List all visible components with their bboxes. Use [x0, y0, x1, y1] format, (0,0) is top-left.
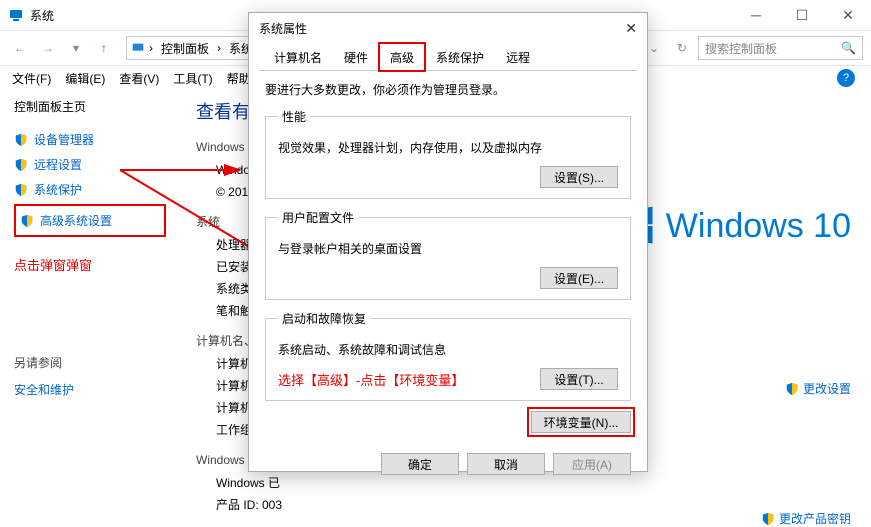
sidebar-item-label: 高级系统设置	[40, 212, 112, 229]
tab-protection[interactable]: 系统保护	[425, 43, 495, 71]
dialog-footer: 确定 取消 应用(A)	[249, 443, 647, 485]
minimize-button[interactable]: ─	[733, 0, 779, 30]
breadcrumb-sep: ›	[145, 41, 157, 55]
help-icon[interactable]: ?	[837, 69, 855, 87]
menu-tools[interactable]: 工具(T)	[167, 68, 218, 89]
tab-hardware[interactable]: 硬件	[333, 43, 379, 71]
sidebar-highlight: 高级系统设置	[14, 204, 166, 237]
tab-advanced[interactable]: 高级	[379, 43, 425, 71]
recent-dropdown[interactable]: ▾	[64, 36, 88, 60]
menu-edit[interactable]: 编辑(E)	[59, 68, 111, 89]
window-controls: ─ ☐ ✕	[733, 0, 871, 30]
shield-icon	[14, 183, 28, 197]
environment-variables-button[interactable]: 环境变量(N)...	[531, 411, 631, 433]
forward-button[interactable]: →	[36, 36, 60, 60]
menu-file[interactable]: 文件(F)	[6, 68, 57, 89]
refresh-button[interactable]: ↻	[670, 36, 694, 60]
dialog-titlebar: 系统属性 ✕	[249, 13, 647, 43]
startup-legend: 启动和故障恢复	[278, 310, 370, 327]
seealso-title: 另请参阅	[14, 354, 166, 371]
breadcrumb-item[interactable]: 控制面板	[157, 40, 213, 57]
tab-remote[interactable]: 远程	[495, 43, 541, 71]
startup-desc: 系统启动、系统故障和调试信息	[278, 341, 618, 358]
dialog-close-button[interactable]: ✕	[625, 20, 637, 37]
sidebar: 控制面板主页 设备管理器 远程设置 系统保护 高级系统设置 点击弹窗弹窗 另请参…	[0, 90, 180, 500]
windows10-logo: Windows 10	[614, 205, 851, 247]
shield-icon	[20, 214, 34, 228]
change-key-link[interactable]: 更改产品密钥	[761, 510, 851, 527]
annotation-note: 点击弹窗弹窗	[14, 255, 166, 274]
up-button[interactable]: ↑	[92, 36, 116, 60]
shield-icon	[14, 158, 28, 172]
act-row: 产品 ID: 003	[216, 494, 855, 516]
search-input[interactable]: 搜索控制面板 🔍	[698, 36, 863, 60]
back-button[interactable]: ←	[8, 36, 32, 60]
windows10-text: Windows 10	[666, 207, 851, 246]
control-panel-icon	[131, 41, 145, 55]
sidebar-home[interactable]: 控制面板主页	[14, 98, 166, 115]
user-profile-desc: 与登录帐户相关的桌面设置	[278, 240, 618, 257]
dialog-title: 系统属性	[259, 20, 307, 37]
sidebar-item-advanced[interactable]: 高级系统设置	[20, 208, 160, 233]
performance-legend: 性能	[278, 108, 310, 125]
admin-note: 要进行大多数更改，你必须作为管理员登录。	[265, 81, 631, 98]
performance-settings-button[interactable]: 设置(S)...	[540, 166, 618, 188]
startup-group: 启动和故障恢复 系统启动、系统故障和调试信息 选择【高级】-点击【环境变量】 设…	[265, 310, 631, 401]
window-title: 系统	[30, 7, 54, 24]
shield-icon	[785, 382, 799, 396]
tab-computer-name[interactable]: 计算机名	[263, 43, 333, 71]
sidebar-seealso-link[interactable]: 安全和维护	[14, 377, 166, 402]
sidebar-item-protection[interactable]: 系统保护	[14, 177, 166, 202]
user-profile-settings-button[interactable]: 设置(E)...	[540, 267, 618, 289]
cancel-button[interactable]: 取消	[467, 453, 545, 475]
apply-button[interactable]: 应用(A)	[553, 453, 631, 475]
shield-icon	[761, 512, 775, 526]
system-icon	[8, 7, 24, 23]
system-properties-dialog: 系统属性 ✕ 计算机名 硬件 高级 系统保护 远程 要进行大多数更改，你必须作为…	[248, 12, 648, 472]
user-profile-group: 用户配置文件 与登录帐户相关的桌面设置 设置(E)...	[265, 209, 631, 300]
menu-view[interactable]: 查看(V)	[113, 68, 165, 89]
close-button[interactable]: ✕	[825, 0, 871, 30]
sidebar-item-label: 远程设置	[34, 156, 82, 173]
sidebar-item-label: 系统保护	[34, 181, 82, 198]
annotation-instruction: 选择【高级】-点击【环境变量】	[278, 370, 464, 389]
dialog-tabs: 计算机名 硬件 高级 系统保护 远程	[259, 43, 637, 71]
sidebar-item-device-manager[interactable]: 设备管理器	[14, 127, 166, 152]
ok-button[interactable]: 确定	[381, 453, 459, 475]
change-key-label: 更改产品密钥	[779, 510, 851, 527]
sidebar-item-label: 设备管理器	[34, 131, 94, 148]
sidebar-item-remote[interactable]: 远程设置	[14, 152, 166, 177]
dialog-body: 要进行大多数更改，你必须作为管理员登录。 性能 视觉效果，处理器计划，内存使用，…	[249, 71, 647, 443]
performance-desc: 视觉效果，处理器计划，内存使用，以及虚拟内存	[278, 139, 618, 156]
breadcrumb-sep: ›	[213, 41, 225, 55]
change-settings-link[interactable]: 更改设置	[785, 380, 851, 397]
search-placeholder: 搜索控制面板	[705, 40, 841, 57]
search-icon: 🔍	[841, 41, 856, 55]
change-settings-label: 更改设置	[803, 380, 851, 397]
maximize-button[interactable]: ☐	[779, 0, 825, 30]
startup-settings-button[interactable]: 设置(T)...	[540, 368, 618, 390]
user-profile-legend: 用户配置文件	[278, 209, 358, 226]
shield-icon	[14, 133, 28, 147]
seealso-label: 安全和维护	[14, 381, 74, 398]
performance-group: 性能 视觉效果，处理器计划，内存使用，以及虚拟内存 设置(S)...	[265, 108, 631, 199]
